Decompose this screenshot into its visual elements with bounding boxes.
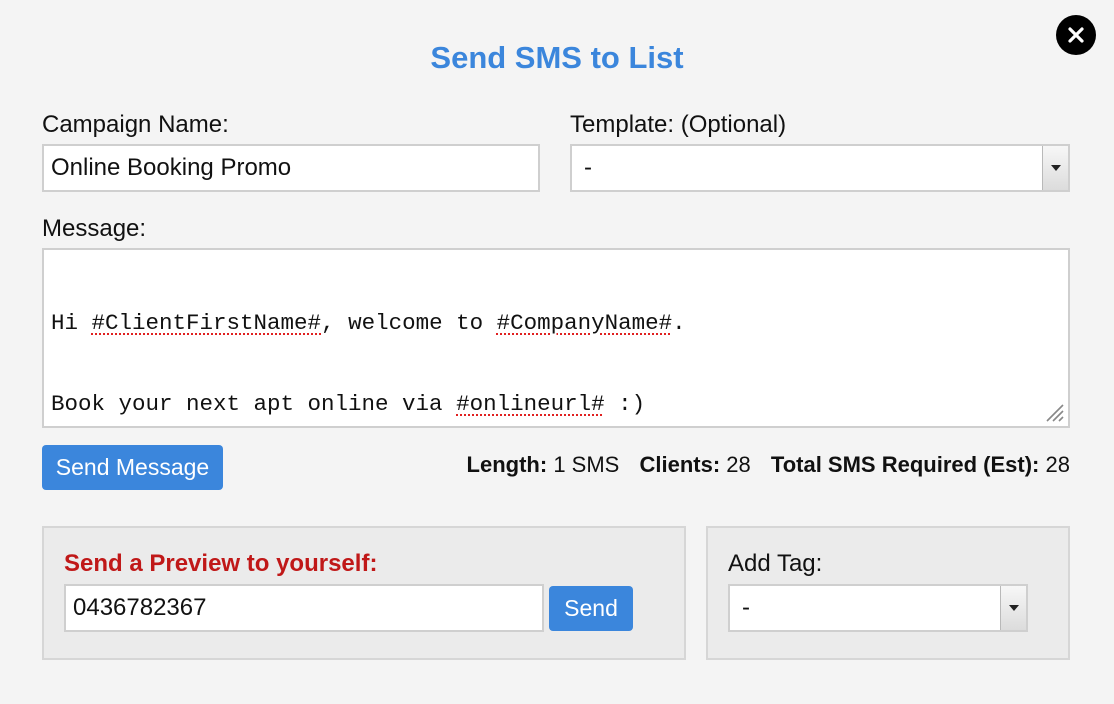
dialog-title: Send SMS to List xyxy=(430,40,684,75)
clients-label: Clients: xyxy=(639,452,721,477)
send-preview-button[interactable]: Send xyxy=(549,586,633,631)
total-sms-value: 28 xyxy=(1045,452,1070,477)
length-value: 1 SMS xyxy=(553,452,620,477)
resize-grip-icon[interactable] xyxy=(1041,399,1065,423)
length-label: Length: xyxy=(466,452,548,477)
template-select[interactable]: - xyxy=(570,144,1070,192)
message-label: Message: xyxy=(42,215,147,242)
send-sms-dialog: Send SMS to List Campaign Name: Online B… xyxy=(0,0,1114,704)
message-line-1: Hi #ClientFirstName#, welcome to #Compan… xyxy=(51,310,686,336)
template-label: Template: (Optional) xyxy=(570,111,787,138)
preview-phone-input[interactable]: 0436782367 xyxy=(64,584,544,632)
chevron-down-icon[interactable] xyxy=(1042,146,1068,190)
message-textarea[interactable]: Hi #ClientFirstName#, welcome to #Compan… xyxy=(42,248,1070,428)
campaign-name-value: Online Booking Promo xyxy=(51,154,292,181)
add-tag-select-value: - xyxy=(742,594,750,621)
message-line-2: Book your next apt online via #onlineurl… xyxy=(51,391,646,417)
clients-value: 28 xyxy=(726,452,751,477)
template-select-value: - xyxy=(584,154,592,181)
sms-stats: Length: 1 SMS Clients: 28 Total SMS Requ… xyxy=(467,452,1070,478)
campaign-name-label: Campaign Name: xyxy=(42,111,229,138)
add-tag-label: Add Tag: xyxy=(728,550,823,577)
preview-phone-value: 0436782367 xyxy=(73,594,207,621)
chevron-down-icon[interactable] xyxy=(1000,586,1026,630)
add-tag-select[interactable]: - xyxy=(728,584,1028,632)
send-message-button[interactable]: Send Message xyxy=(42,445,223,490)
preview-label: Send a Preview to yourself: xyxy=(64,550,378,577)
total-sms-label: Total SMS Required (Est): xyxy=(770,452,1040,477)
campaign-name-input[interactable]: Online Booking Promo xyxy=(42,144,540,192)
